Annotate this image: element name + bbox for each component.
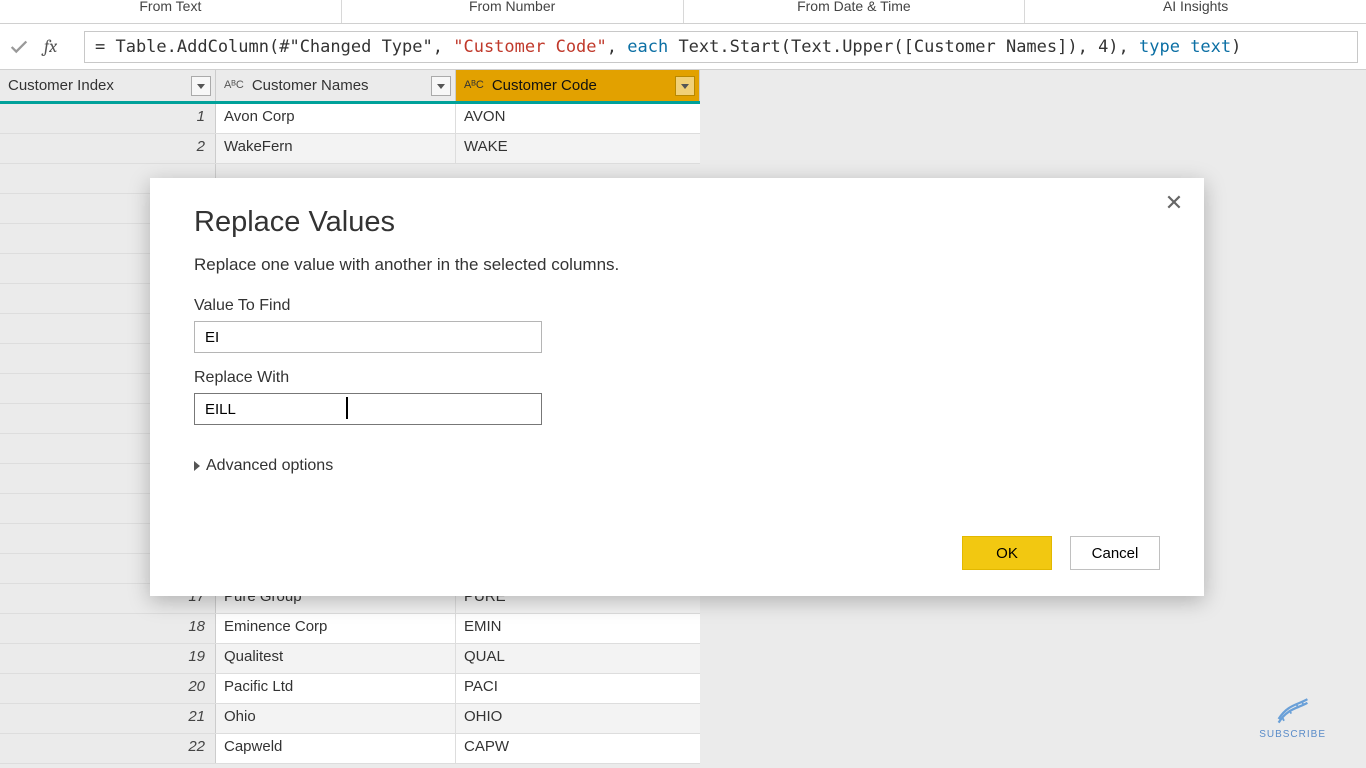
cell-index: 21: [0, 704, 216, 733]
close-icon[interactable]: ✕: [1160, 190, 1188, 218]
column-filter-icon[interactable]: [675, 76, 695, 96]
ribbon-from-date-time[interactable]: From Date & Time: [683, 0, 1025, 23]
dna-icon: [1275, 695, 1311, 725]
column-label: Customer Index: [8, 77, 114, 94]
cell-name: Capweld: [216, 734, 456, 763]
cell-name: Eminence Corp: [216, 614, 456, 643]
cell-code: CAPW: [456, 734, 700, 763]
subscribe-badge: SUBSCRIBE: [1259, 695, 1326, 740]
cell-name: Qualitest: [216, 644, 456, 673]
cell-code: WAKE: [456, 134, 700, 163]
formula-input[interactable]: = Table.AddColumn(#"Changed Type", "Cust…: [84, 31, 1358, 63]
ok-button[interactable]: OK: [962, 536, 1052, 570]
chevron-right-icon: [194, 461, 200, 471]
cell-index: 22: [0, 734, 216, 763]
fx-icon: fx: [44, 36, 68, 57]
column-header-customer-names[interactable]: AᴮC Customer Names: [216, 70, 456, 101]
formula-text: = Table.AddColumn(#"Changed Type", "Cust…: [95, 37, 1241, 57]
replace-with-input[interactable]: [194, 393, 542, 425]
value-to-find-label: Value To Find: [194, 297, 1164, 315]
ribbon-ai-insights[interactable]: AI Insights: [1024, 0, 1366, 23]
text-type-icon: AᴮC: [464, 79, 484, 91]
cell-index: 2: [0, 134, 216, 163]
advanced-options-toggle[interactable]: Advanced options: [194, 457, 1164, 475]
cell-code: AVON: [456, 104, 700, 133]
replace-values-dialog: ✕ Replace Values Replace one value with …: [150, 178, 1204, 596]
table-row[interactable]: 19 Qualitest QUAL: [0, 644, 700, 674]
replace-with-label: Replace With: [194, 369, 1164, 387]
table-row[interactable]: 2 WakeFern WAKE: [0, 134, 700, 164]
table-row[interactable]: 20 Pacific Ltd PACI: [0, 674, 700, 704]
ribbon-from-text[interactable]: From Text: [0, 0, 341, 23]
table-row[interactable]: 1 Avon Corp AVON: [0, 104, 700, 134]
cell-index: 19: [0, 644, 216, 673]
table-row[interactable]: 22 Capweld CAPW: [0, 734, 700, 764]
ribbon-from-number[interactable]: From Number: [341, 0, 683, 23]
dialog-title: Replace Values: [194, 206, 1164, 239]
table-row[interactable]: 21 Ohio OHIO: [0, 704, 700, 734]
cancel-button[interactable]: Cancel: [1070, 536, 1160, 570]
column-label: Customer Names: [252, 77, 369, 94]
column-filter-icon[interactable]: [431, 76, 451, 96]
subscribe-label: SUBSCRIBE: [1259, 729, 1326, 740]
advanced-options-label: Advanced options: [206, 457, 333, 475]
dialog-description: Replace one value with another in the se…: [194, 255, 1164, 275]
ribbon-sections: From Text From Number From Date & Time A…: [0, 0, 1366, 24]
text-cursor-icon: [346, 397, 348, 419]
cell-name: Avon Corp: [216, 104, 456, 133]
cell-name: Pacific Ltd: [216, 674, 456, 703]
cell-name: WakeFern: [216, 134, 456, 163]
cell-code: OHIO: [456, 704, 700, 733]
cell-index: 20: [0, 674, 216, 703]
cell-name: Ohio: [216, 704, 456, 733]
column-header-customer-code[interactable]: AᴮC Customer Code: [456, 70, 700, 101]
value-to-find-input[interactable]: [194, 321, 542, 353]
formula-bar: fx = Table.AddColumn(#"Changed Type", "C…: [0, 24, 1366, 70]
cell-code: PACI: [456, 674, 700, 703]
grid-header: Customer Index AᴮC Customer Names AᴮC Cu…: [0, 70, 700, 104]
cell-index: 1: [0, 104, 216, 133]
table-row[interactable]: 18 Eminence Corp EMIN: [0, 614, 700, 644]
cell-index: 18: [0, 614, 216, 643]
cell-code: QUAL: [456, 644, 700, 673]
column-label: Customer Code: [492, 77, 597, 94]
cell-code: EMIN: [456, 614, 700, 643]
column-filter-icon[interactable]: [191, 76, 211, 96]
confirm-check-icon[interactable]: [8, 36, 30, 58]
column-header-customer-index[interactable]: Customer Index: [0, 70, 216, 101]
text-type-icon: AᴮC: [224, 79, 244, 91]
